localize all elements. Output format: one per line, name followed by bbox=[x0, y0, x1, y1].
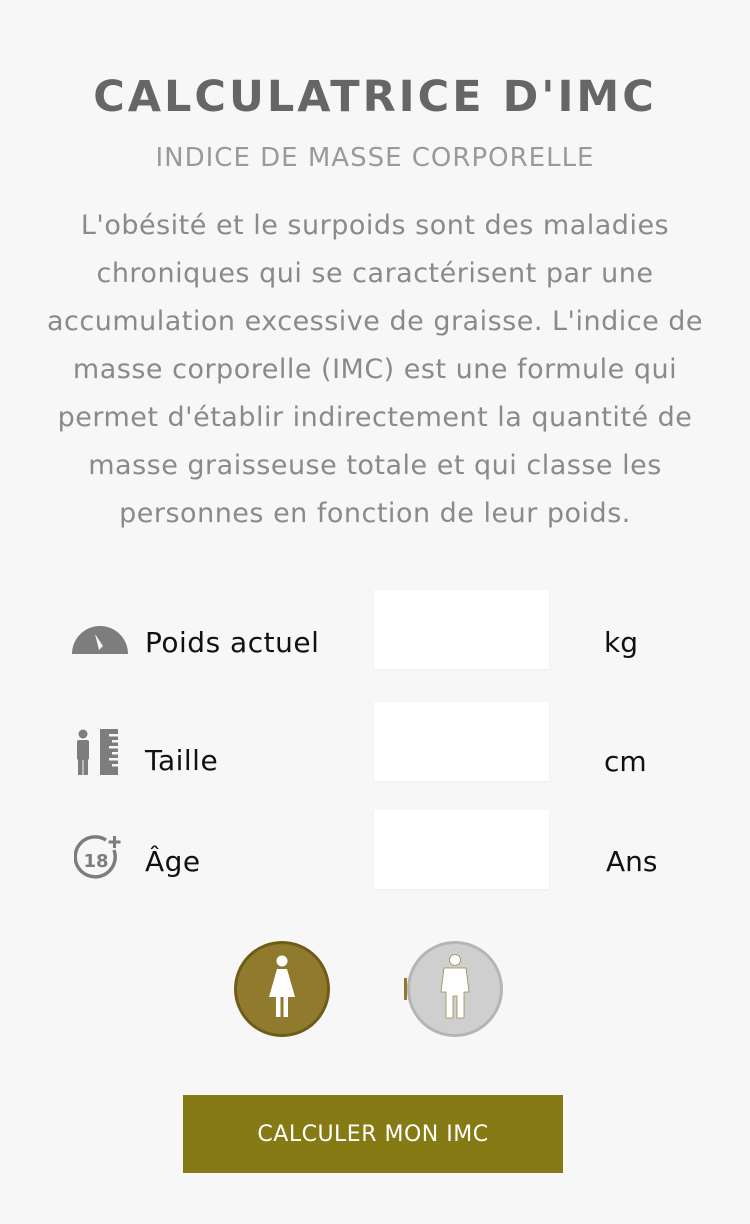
weight-label: Poids actuel bbox=[145, 626, 320, 659]
height-unit: cm bbox=[604, 745, 647, 778]
calculate-bmi-button[interactable]: CALCULER MON IMC bbox=[183, 1095, 563, 1173]
bmi-calculator-page: CALCULATRICE D'IMC INDICE DE MASSE CORPO… bbox=[0, 0, 750, 1224]
gender-female-button[interactable] bbox=[234, 941, 330, 1037]
page-subtitle: INDICE DE MASSE CORPORELLE bbox=[155, 143, 595, 173]
age-18-plus-icon: 18 bbox=[73, 834, 124, 886]
age-label: Âge bbox=[145, 845, 201, 878]
female-person-icon bbox=[267, 955, 297, 1023]
weight-unit: kg bbox=[604, 626, 638, 659]
weight-input[interactable] bbox=[374, 590, 549, 669]
gender-male-button[interactable] bbox=[407, 941, 503, 1037]
page-title: CALCULATRICE D'IMC bbox=[93, 72, 657, 122]
svg-text:18: 18 bbox=[83, 851, 108, 872]
scale-gauge-icon bbox=[72, 626, 128, 658]
height-input[interactable] bbox=[374, 702, 549, 781]
height-label: Taille bbox=[145, 744, 219, 777]
page-description: L'obésité et le surpoids sont des maladi… bbox=[46, 210, 704, 529]
age-unit: Ans bbox=[606, 845, 658, 878]
male-person-icon bbox=[438, 954, 472, 1024]
height-ruler-icon bbox=[74, 729, 120, 781]
age-input[interactable] bbox=[374, 810, 549, 889]
